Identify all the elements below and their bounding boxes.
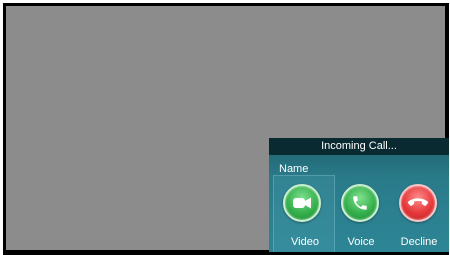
video-answer-action[interactable]: Video <box>273 175 335 252</box>
decline-button[interactable] <box>399 184 437 222</box>
phone-icon <box>353 196 367 210</box>
voice-label: Voice <box>347 236 375 248</box>
video-answer-button[interactable] <box>283 184 321 222</box>
incoming-call-panel: Incoming Call... Name Video Voice Declin… <box>269 138 449 252</box>
video-label: Video <box>291 236 319 248</box>
decline-action[interactable]: Decline <box>391 184 447 250</box>
voice-answer-button[interactable] <box>341 184 379 222</box>
caller-name: Name <box>279 163 309 175</box>
call-title: Incoming Call... <box>269 138 449 155</box>
hang-up-icon <box>407 198 429 206</box>
video-camera-icon <box>293 197 311 209</box>
voice-answer-action[interactable]: Voice <box>333 184 389 250</box>
decline-label: Decline <box>400 236 438 248</box>
